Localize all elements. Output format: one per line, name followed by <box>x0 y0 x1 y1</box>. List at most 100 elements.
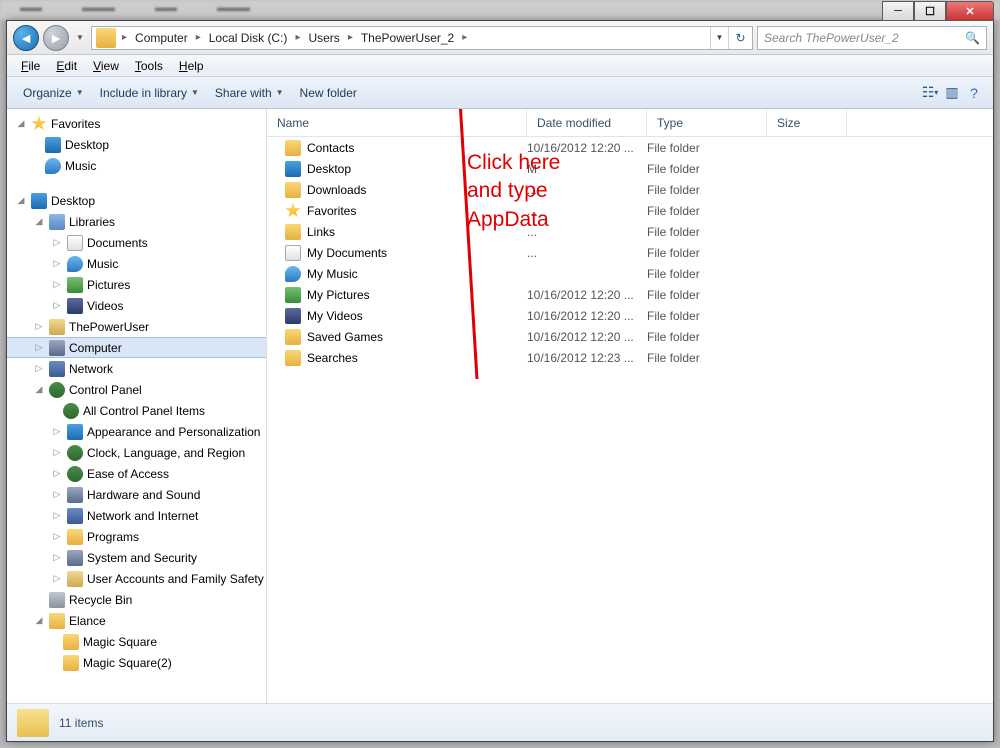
tree-item[interactable]: ▷Documents <box>7 232 266 253</box>
column-type[interactable]: Type <box>647 109 767 136</box>
tree-item[interactable]: Recycle Bin <box>7 589 266 610</box>
tree-item[interactable]: ◢Libraries <box>7 211 266 232</box>
breadcrumb-segment[interactable]: Computer <box>129 31 194 45</box>
tree-item[interactable]: Music <box>7 155 266 176</box>
pictures-icon <box>67 277 83 293</box>
address-dropdown[interactable]: ▼ <box>710 27 728 49</box>
include-library-button[interactable]: Include in library▼ <box>92 86 207 100</box>
file-row[interactable]: Contacts10/16/2012 12:20 ...File folder <box>267 137 993 158</box>
computer-icon <box>49 340 65 356</box>
back-button[interactable]: ◄ <box>13 25 39 51</box>
file-row[interactable]: Links...File folder <box>267 221 993 242</box>
menu-edit[interactable]: Edit <box>50 59 83 73</box>
new-folder-button[interactable]: New folder <box>292 86 365 100</box>
chevron-right-icon[interactable]: ▸ <box>194 32 203 43</box>
breadcrumb-segment[interactable]: Users <box>302 31 345 45</box>
users-icon <box>67 571 83 587</box>
menu-view[interactable]: View <box>87 59 125 73</box>
tree-item[interactable]: ▷Music <box>7 253 266 274</box>
file-name: Saved Games <box>307 330 383 344</box>
view-options-button[interactable]: ☷ ▾ <box>919 82 941 104</box>
tree-item[interactable]: ▷System and Security <box>7 547 266 568</box>
tree-item[interactable]: All Control Panel Items <box>7 400 266 421</box>
tree-item[interactable]: ▷Network and Internet <box>7 505 266 526</box>
breadcrumb-segment[interactable]: Local Disk (C:) <box>203 31 294 45</box>
tree-item[interactable]: ▷Pictures <box>7 274 266 295</box>
menu-tools[interactable]: Tools <box>129 59 169 73</box>
tree-item[interactable]: ▷Clock, Language, and Region <box>7 442 266 463</box>
file-list-pane: Name Date modified Type Size Contacts10/… <box>267 109 993 703</box>
history-dropdown[interactable]: ▼ <box>73 25 87 51</box>
share-with-button[interactable]: Share with▼ <box>207 86 292 100</box>
chevron-right-icon[interactable]: ▸ <box>346 32 355 43</box>
chevron-right-icon[interactable]: ▸ <box>293 32 302 43</box>
file-row[interactable]: Favorites...File folder <box>267 200 993 221</box>
explorer-window: ─ ☐ ✕ ◄ ► ▼ ▸ Computer ▸ Local Disk (C:)… <box>6 20 994 742</box>
organize-button[interactable]: Organize▼ <box>15 86 92 100</box>
tree-item[interactable]: ▷Appearance and Personalization <box>7 421 266 442</box>
minimize-button[interactable]: ─ <box>882 1 914 21</box>
file-name: Downloads <box>307 183 366 197</box>
file-date: 10/16/2012 12:23 ... <box>527 351 647 365</box>
file-row[interactable]: Downloads...File folder <box>267 179 993 200</box>
menu-file[interactable]: File <box>15 59 46 73</box>
file-type: File folder <box>647 204 767 218</box>
help-button[interactable]: ? <box>963 82 985 104</box>
forward-button[interactable]: ► <box>43 25 69 51</box>
close-button[interactable]: ✕ <box>946 1 994 21</box>
column-date[interactable]: Date modified <box>527 109 647 136</box>
tree-item[interactable]: Desktop <box>7 134 266 155</box>
file-date: ... <box>527 183 647 197</box>
tree-item[interactable]: ▷User Accounts and Family Safety <box>7 568 266 589</box>
tree-item[interactable]: ▷Programs <box>7 526 266 547</box>
tree-item[interactable]: ▷ThePowerUser <box>7 316 266 337</box>
tree-item[interactable]: ▷Network <box>7 358 266 379</box>
tree-favorites[interactable]: ◢Favorites <box>7 113 266 134</box>
control-panel-icon <box>49 382 65 398</box>
tree-desktop[interactable]: ◢Desktop <box>7 190 266 211</box>
tree-item[interactable]: ◢Control Panel <box>7 379 266 400</box>
file-date: M <box>527 162 647 176</box>
file-row[interactable]: Saved Games10/16/2012 12:20 ...File fold… <box>267 326 993 347</box>
file-row[interactable]: My Documents...File folder <box>267 242 993 263</box>
folder-icon <box>49 613 65 629</box>
preview-pane-button[interactable]: ▥ <box>941 82 963 104</box>
libraries-icon <box>49 214 65 230</box>
file-name: Favorites <box>307 204 356 218</box>
file-name: Desktop <box>307 162 351 176</box>
tree-item[interactable]: ▷Ease of Access <box>7 463 266 484</box>
file-type: File folder <box>647 330 767 344</box>
file-row[interactable]: My Videos10/16/2012 12:20 ...File folder <box>267 305 993 326</box>
folder-icon <box>285 224 301 240</box>
tree-item[interactable]: Magic Square <box>7 631 266 652</box>
appearance-icon <box>67 424 83 440</box>
desktop-icon <box>45 137 61 153</box>
chevron-right-icon[interactable]: ▸ <box>120 32 129 43</box>
hardware-icon <box>67 487 83 503</box>
tree-item[interactable]: ▷Hardware and Sound <box>7 484 266 505</box>
item-count: 11 items <box>59 716 103 730</box>
tree-item[interactable]: ▷Videos <box>7 295 266 316</box>
tree-item[interactable]: Magic Square(2) <box>7 652 266 673</box>
breadcrumb-segment[interactable]: ThePowerUser_2 <box>355 31 460 45</box>
tree-item[interactable]: ◢Elance <box>7 610 266 631</box>
menu-help[interactable]: Help <box>173 59 210 73</box>
file-date: 10/16/2012 12:20 ... <box>527 309 647 323</box>
file-row[interactable]: Searches10/16/2012 12:23 ...File folder <box>267 347 993 368</box>
file-row[interactable]: DesktopMFile folder <box>267 158 993 179</box>
file-list[interactable]: Contacts10/16/2012 12:20 ...File folder D… <box>267 137 993 703</box>
column-name[interactable]: Name <box>267 109 527 136</box>
address-bar[interactable]: ▸ Computer ▸ Local Disk (C:) ▸ Users ▸ T… <box>91 26 753 50</box>
tree-computer[interactable]: ▷Computer <box>7 337 266 358</box>
maximize-button[interactable]: ☐ <box>914 1 946 21</box>
music-icon <box>45 158 61 174</box>
file-name: My Documents <box>307 246 387 260</box>
column-size[interactable]: Size <box>767 109 847 136</box>
chevron-right-icon[interactable]: ▸ <box>460 32 469 43</box>
folder-icon <box>285 329 301 345</box>
file-row[interactable]: My Pictures10/16/2012 12:20 ...File fold… <box>267 284 993 305</box>
file-row[interactable]: My MusicFile folder <box>267 263 993 284</box>
refresh-button[interactable]: ↻ <box>728 27 752 49</box>
search-input[interactable]: Search ThePowerUser_2 🔍 <box>757 26 987 50</box>
desktop-icon <box>31 193 47 209</box>
